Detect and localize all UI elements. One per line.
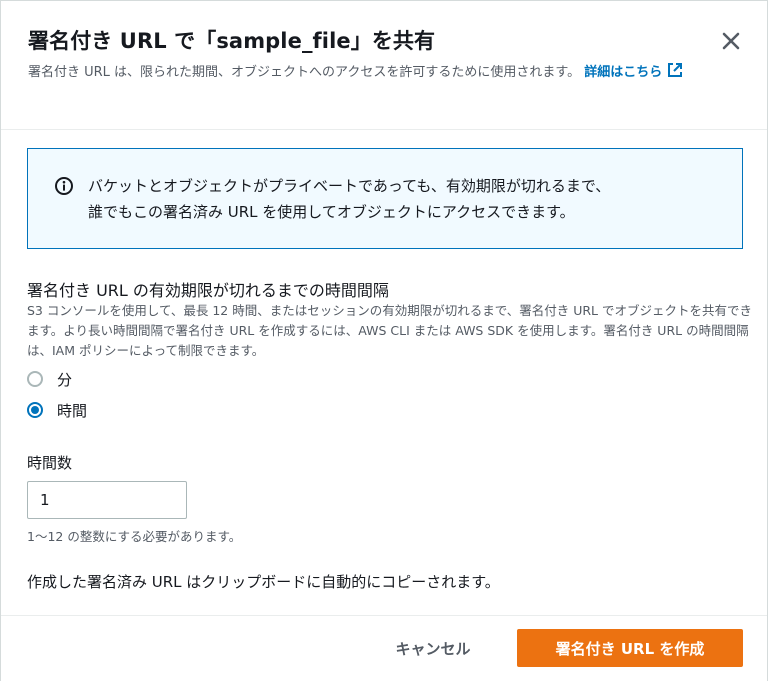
cancel-button[interactable]: キャンセル	[373, 630, 493, 666]
radio-hours-label: 時間	[57, 401, 88, 420]
external-link-icon	[668, 63, 683, 77]
modal-header: 署名付き URL で「sample_file」を共有 署名付き URL は、限ら…	[1, 1, 767, 130]
info-alert: バケットとオブジェクトがプライベートであっても、有効期限が切れるまで、 誰でもこ…	[27, 148, 743, 249]
radio-minutes-label: 分	[57, 370, 73, 389]
alert-text-line-2: 誰でもこの署名済み URL を使用してオブジェクトにアクセスできます。	[88, 203, 575, 221]
hours-input[interactable]	[27, 481, 187, 519]
share-presigned-url-modal: 署名付き URL で「sample_file」を共有 署名付き URL は、限ら…	[0, 0, 768, 681]
interval-label: 署名付き URL の有効期限が切れるまでの時間間隔	[27, 281, 389, 300]
hours-constraint-text: 1〜12 の整数にする必要があります。	[27, 529, 242, 544]
radio-hours[interactable]: 時間	[27, 398, 87, 422]
hours-field-label: 時間数	[27, 454, 73, 472]
radio-minutes[interactable]: 分	[27, 367, 72, 391]
modal-footer: キャンセル 署名付き URL を作成	[1, 615, 767, 681]
alert-text: バケットとオブジェクトがプライベートであっても、有効期限が切れるまで、 誰でもこ…	[88, 173, 728, 225]
create-presigned-url-button[interactable]: 署名付き URL を作成	[517, 629, 743, 667]
modal-description-text: 署名付き URL は、限られた期間、オブジェクトへのアクセスを許可するために使用…	[28, 65, 581, 80]
learn-more-link[interactable]: 詳細はこちら	[584, 63, 684, 80]
close-icon	[722, 32, 740, 50]
clipboard-note: 作成した署名済み URL はクリップボードに自動的にコピーされます。	[27, 573, 500, 591]
close-button[interactable]	[717, 27, 745, 55]
radio-hours-circle[interactable]	[27, 402, 43, 418]
modal-description: 署名付き URL は、限られた期間、オブジェクトへのアクセスを許可するために使用…	[28, 61, 718, 83]
modal-title: 署名付き URL で「sample_file」を共有	[28, 29, 436, 53]
info-icon	[55, 177, 73, 195]
learn-more-label: 詳細はこちら	[584, 65, 663, 80]
alert-text-line-1: バケットとオブジェクトがプライベートであっても、有効期限が切れるまで、	[88, 177, 611, 195]
interval-description: S3 コンソールを使用して、最長 12 時間、またはセッションの有効期限が切れる…	[27, 303, 752, 358]
radio-minutes-circle[interactable]	[27, 371, 43, 387]
